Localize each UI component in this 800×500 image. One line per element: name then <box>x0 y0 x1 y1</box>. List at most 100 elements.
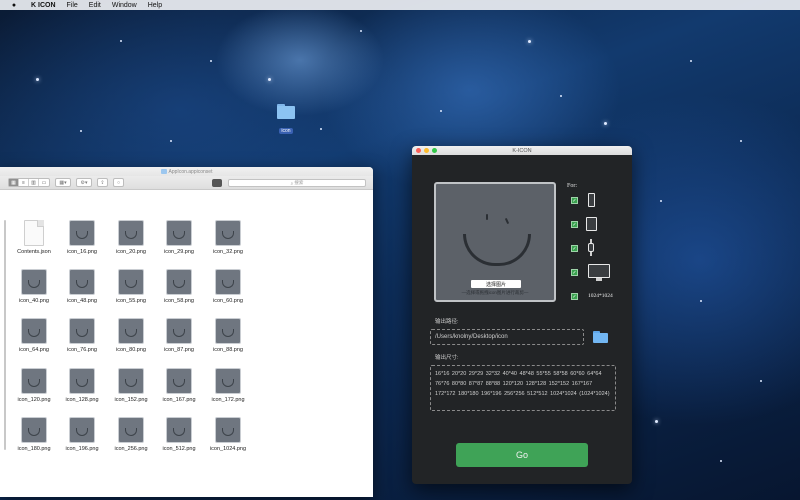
output-sizes-field[interactable]: 16*16 20*20 29*29 32*32 40*40 48*48 55*5… <box>430 365 616 411</box>
file-item[interactable]: icon_196.png <box>58 417 106 452</box>
file-name: icon_87.png <box>164 347 194 353</box>
file-item[interactable]: icon_76.png <box>58 318 106 353</box>
search-placeholder: 搜索 <box>294 180 304 185</box>
action-button[interactable]: ⚙▾ <box>76 178 92 187</box>
file-item[interactable]: icon_88.png <box>204 318 252 353</box>
image-thumbnail-icon <box>215 318 241 344</box>
file-name: icon_64.png <box>19 347 49 353</box>
file-name: icon_32.png <box>213 249 243 255</box>
image-thumbnail-icon <box>215 220 241 246</box>
star <box>660 200 662 202</box>
apple-icon[interactable]: ● <box>8 2 20 9</box>
file-item[interactable]: icon_48.png <box>58 269 106 304</box>
file-item[interactable]: icon_80.png <box>107 318 155 353</box>
smiley-mouth <box>463 234 531 266</box>
menu-window[interactable]: Window <box>112 2 137 9</box>
document-icon <box>24 220 44 246</box>
file-name: icon_120.png <box>17 397 51 403</box>
checkbox-iphone[interactable]: ✓ <box>571 197 578 204</box>
file-item[interactable]: icon_29.png <box>155 220 203 255</box>
go-button[interactable]: Go <box>456 443 588 467</box>
image-thumbnail-icon <box>69 318 95 344</box>
file-item[interactable]: icon_1024.png <box>204 417 252 452</box>
file-name: icon_48.png <box>67 298 97 304</box>
file-name: icon_1024.png <box>209 446 247 452</box>
kicon-window: K-ICON 选择图片 —选择或拖拽icon图片进行裁剪— For: ✓ ✓ ✓… <box>412 146 632 484</box>
finder-window: AppIcon.appiconset ▦ ≡ ▥ ▭ ▦▾ ⚙▾ ⇪ ○ ⌕ 搜… <box>0 167 373 497</box>
scrollbar[interactable] <box>4 220 6 450</box>
checkbox-mac[interactable]: ✓ <box>571 269 578 276</box>
desktop-folder-icon[interactable]: icon <box>274 104 298 137</box>
share-button[interactable]: ⇪ <box>97 178 108 187</box>
finder-file-grid: Contents.json icon_16.png icon_20.png icon_… <box>0 190 373 497</box>
smiley-eye <box>486 214 488 220</box>
file-item[interactable]: icon_40.png <box>10 269 58 304</box>
checkbox-watch[interactable]: ✓ <box>571 245 578 252</box>
phone-icon <box>588 193 595 207</box>
image-dropzone[interactable]: 选择图片 —选择或拖拽icon图片进行裁剪— <box>434 182 556 302</box>
menu-app-name[interactable]: K ICON <box>31 2 56 9</box>
file-item[interactable]: icon_32.png <box>204 220 252 255</box>
checkbox-ipad[interactable]: ✓ <box>571 221 578 228</box>
image-thumbnail-icon <box>118 269 144 295</box>
size-1024-label: 1024*1024 <box>588 293 613 299</box>
image-thumbnail-icon <box>118 368 144 394</box>
zoom-button[interactable] <box>432 148 437 153</box>
menu-help[interactable]: Help <box>148 2 162 9</box>
file-item[interactable]: icon_58.png <box>155 269 203 304</box>
file-item[interactable]: icon_152.png <box>107 368 155 403</box>
search-input[interactable]: ⌕ 搜索 <box>228 179 366 187</box>
list-view-button[interactable]: ≡ <box>19 179 29 186</box>
star <box>700 300 702 302</box>
file-item[interactable]: Contents.json <box>10 220 58 255</box>
file-item[interactable]: icon_16.png <box>58 220 106 255</box>
file-item[interactable]: icon_172.png <box>204 368 252 403</box>
file-name: icon_167.png <box>162 397 196 403</box>
menu-edit[interactable]: Edit <box>89 2 101 9</box>
tags-button[interactable]: ○ <box>113 178 124 187</box>
menu-file[interactable]: File <box>67 2 78 9</box>
file-item[interactable]: icon_512.png <box>155 417 203 452</box>
file-item[interactable]: icon_60.png <box>204 269 252 304</box>
image-thumbnail-icon <box>21 368 47 394</box>
file-item[interactable]: icon_167.png <box>155 368 203 403</box>
checkbox-1024[interactable]: ✓ <box>571 293 578 300</box>
choose-image-button[interactable]: 选择图片 <box>471 280 521 288</box>
image-thumbnail-icon <box>118 318 144 344</box>
file-name: icon_172.png <box>211 397 245 403</box>
file-item[interactable]: icon_256.png <box>107 417 155 452</box>
arrange-button[interactable]: ▦▾ <box>55 178 71 187</box>
file-item[interactable]: icon_20.png <box>107 220 155 255</box>
star <box>170 140 172 142</box>
image-thumbnail-icon <box>166 269 192 295</box>
file-name: icon_88.png <box>213 347 243 353</box>
close-button[interactable] <box>416 148 421 153</box>
star <box>604 122 607 125</box>
smiley-eye <box>504 217 510 225</box>
icon-view-button[interactable]: ▦ <box>9 179 19 186</box>
file-item[interactable]: icon_128.png <box>58 368 106 403</box>
smiley-icon[interactable] <box>212 179 222 187</box>
finder-toolbar: ▦ ≡ ▥ ▭ ▦▾ ⚙▾ ⇪ ○ ⌕ 搜索 <box>0 176 373 190</box>
star <box>268 78 271 81</box>
folder-icon <box>277 104 295 119</box>
image-thumbnail-icon <box>166 220 192 246</box>
file-item[interactable]: icon_180.png <box>10 417 58 452</box>
file-name: icon_180.png <box>17 446 51 452</box>
file-name: icon_40.png <box>19 298 49 304</box>
star <box>36 78 39 81</box>
file-name: icon_60.png <box>213 298 243 304</box>
file-item[interactable]: icon_87.png <box>155 318 203 353</box>
image-thumbnail-icon <box>118 417 144 443</box>
file-item[interactable]: icon_64.png <box>10 318 58 353</box>
output-path-field[interactable]: /Users/knolny/Desktop/icon <box>430 329 584 345</box>
star <box>210 60 212 62</box>
file-item[interactable]: icon_55.png <box>107 269 155 304</box>
file-item[interactable]: icon_120.png <box>10 368 58 403</box>
column-view-button[interactable]: ▥ <box>29 179 39 186</box>
minimize-button[interactable] <box>424 148 429 153</box>
image-thumbnail-icon <box>69 269 95 295</box>
folder-icon[interactable] <box>593 331 608 343</box>
gallery-view-button[interactable]: ▭ <box>39 179 49 186</box>
finder-titlebar: AppIcon.appiconset <box>0 167 373 176</box>
